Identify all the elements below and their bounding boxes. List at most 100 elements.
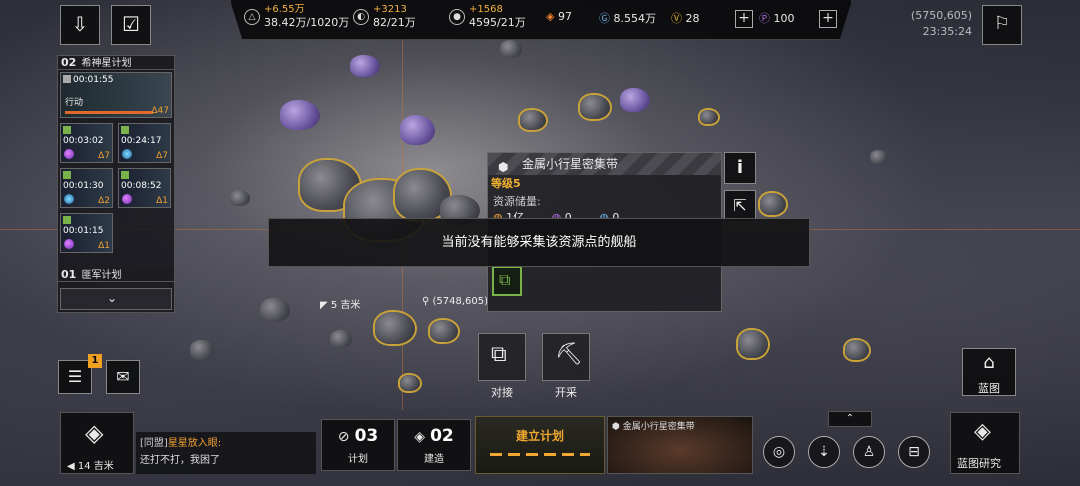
main-task-card[interactable]: 00:01:55 行动 Δ47 (60, 72, 172, 118)
chat-message: 还打不打，我困了 (140, 455, 220, 466)
people-icon: ♙ (862, 444, 876, 460)
task-tier: Δ1 (156, 196, 168, 206)
create-plan-button[interactable]: 建立计划 (475, 416, 605, 474)
chevron-down-icon: ⌄ (107, 291, 118, 305)
task-card[interactable]: 00:08:52 Δ1 (118, 168, 171, 208)
task-card[interactable]: 00:24:17 Δ7 (118, 123, 171, 163)
galaxy-icon: ◎ (772, 444, 786, 460)
bookmark-button[interactable]: ⚐ (982, 5, 1022, 45)
plan-count: 03 (354, 426, 379, 446)
inbox-button[interactable]: ⊟ (898, 436, 930, 468)
plans-button[interactable]: ⊘ 03 计划 (321, 419, 395, 471)
info-button[interactable]: i (724, 152, 756, 184)
gold-display[interactable]: Ⓥ 28 (671, 10, 700, 26)
build-icon: ◈ (414, 429, 425, 445)
exit-icon: ⇩ (71, 12, 89, 36)
expand-menu-button[interactable]: ⌃ (828, 411, 872, 427)
task-tier: Δ2 (98, 196, 110, 206)
credits-display[interactable]: Ⓖ 8.554万 (599, 10, 656, 26)
premium-display[interactable]: Ⓟ 100 (759, 10, 795, 26)
task-card[interactable]: 00:01:30 Δ2 (60, 168, 113, 208)
fleet-slot-button[interactable]: ⧉ (492, 266, 522, 296)
distance-label: 5 吉米 (330, 300, 361, 311)
task-orb-icon (64, 149, 74, 159)
flag-icon: ◤ (320, 300, 328, 311)
ship-icon: ⧉ (499, 270, 511, 289)
info-panel-title: 金属小行星密集带 (522, 157, 619, 171)
resource-delta: +3213 (373, 4, 407, 15)
reserve-label: 资源储量: (493, 195, 541, 208)
resource-crystal[interactable]: ◐ +3213 82/21万 (353, 3, 416, 29)
resource-delta: +1568 (469, 4, 503, 15)
task-card[interactable]: 00:01:15 Δ1 (60, 213, 113, 253)
mine-button[interactable]: ⛏ (542, 333, 590, 381)
asteroid-icon: ⬢ (612, 422, 620, 432)
task-timer: 00:08:52 (121, 181, 162, 191)
target-preview[interactable]: ⬢ 金属小行星密集带 (607, 416, 753, 474)
mail-icon: ✉ (116, 367, 130, 386)
chat-box[interactable]: [同盟]星星放入眼: 还打不打，我困了 (136, 432, 316, 474)
resource-delta: +6.55万 (264, 4, 305, 15)
distance-marker: ◤ 5 吉米 (320, 296, 360, 311)
deuterium-icon: ● (449, 9, 465, 25)
build-label: 建造 (424, 454, 444, 465)
minimap-button[interactable]: ◈ ◀ 14 吉米 (60, 412, 134, 474)
blueprint-button[interactable]: ⌂ 蓝图 (962, 348, 1016, 396)
inbox-icon: ⊟ (908, 444, 920, 460)
add-premium-button[interactable]: + (819, 10, 837, 28)
chat-channel: [同盟] (140, 438, 168, 449)
task-orb-icon (64, 194, 74, 204)
create-plan-label: 建立计划 (515, 429, 564, 443)
notification-badge: 1 (88, 354, 102, 368)
notes-button[interactable]: ☰ (58, 360, 92, 394)
blueprint-icon: ⌂ (983, 352, 995, 373)
checklist-icon: ☑ (122, 12, 140, 36)
blueprint-research-label: 蓝图研究 (957, 457, 1001, 470)
credits-value: 8.554万 (613, 12, 657, 25)
task-tier: Δ1 (98, 241, 110, 251)
info-icon: i (736, 157, 744, 178)
blueprint-research-button[interactable]: ◈ 蓝图研究 (950, 412, 1020, 474)
current-coords: (5750,605) (910, 9, 972, 22)
resource-level: 等级5 (491, 177, 521, 190)
flag-icon: ⚐ (993, 13, 1011, 34)
dock-button[interactable]: ⧉ (478, 333, 526, 381)
galaxy-button[interactable]: ◎ (763, 436, 795, 468)
expand-plans-button[interactable]: ⌄ (60, 288, 172, 310)
plan-group-title: 匪军计划 (81, 270, 122, 281)
preview-title: 金属小行星密集带 (622, 422, 695, 432)
mine-label: 开采 (555, 386, 577, 399)
radar-icon: ◈ (85, 419, 104, 447)
plan-slots-indicator (490, 453, 590, 456)
dock-icon: ⧉ (491, 342, 507, 367)
pin-icon: ⚲ (422, 296, 430, 307)
tasks-button[interactable]: ☑ (111, 5, 151, 45)
resource-metal[interactable]: △ +6.55万 38.42万/1020万 (244, 3, 350, 29)
task-orb-icon (122, 194, 132, 204)
resource-bar: △ +6.55万 38.42万/1020万 ◐ +3213 82/21万 ● +… (230, 0, 852, 40)
task-card[interactable]: 00:03:02 Δ7 (60, 123, 113, 163)
resource-value: 38.42万/1020万 (264, 16, 350, 29)
add-gold-button[interactable]: + (735, 10, 753, 28)
task-tier: Δ47 (151, 106, 169, 116)
resource-value: 82/21万 (373, 16, 416, 29)
resource-deuterium[interactable]: ● +1568 4595/21万 (449, 3, 526, 29)
plan-group-header[interactable]: 02 希神星计划 (58, 56, 174, 70)
alliance-button[interactable]: ♙ (853, 436, 885, 468)
energy-display[interactable]: ◈ 97 (546, 10, 572, 23)
resource-value: 4595/21万 (469, 16, 526, 29)
plan-icon: ⊘ (337, 429, 350, 445)
plan-group-header[interactable]: 01 匪军计划 (58, 268, 174, 282)
plan-panel: 02 希神星计划 00:01:55 行动 Δ47 00:03:02 Δ7 00:… (57, 55, 175, 313)
exit-button[interactable]: ⇩ (60, 5, 100, 45)
info-panel-header: ⬢ 金属小行星密集带 (488, 153, 721, 175)
build-button[interactable]: ◈ 02 建造 (397, 419, 471, 471)
chat-user: 星星放入眼: (167, 438, 222, 449)
mail-button[interactable]: ✉ (106, 360, 140, 394)
download-button[interactable]: ⇣ (808, 436, 840, 468)
dock-label: 对接 (491, 386, 513, 399)
asteroid-icon: ⬢ (498, 160, 509, 174)
crystal-icon: ◐ (353, 9, 369, 25)
toast-text: 当前没有能够采集该资源点的舰船 (441, 235, 637, 250)
toast-message: 当前没有能够采集该资源点的舰船 (268, 218, 810, 267)
